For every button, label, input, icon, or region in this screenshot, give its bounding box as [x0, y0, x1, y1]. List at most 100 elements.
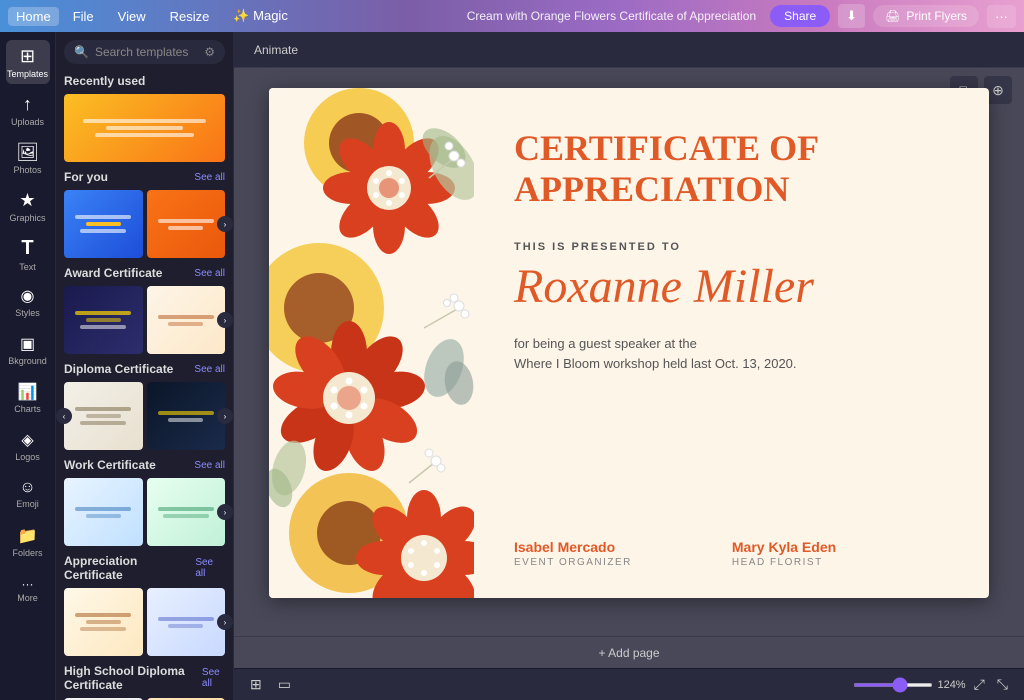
highschool-cert-header: High School Diploma Certificate See all: [64, 664, 225, 692]
for-you-title: For you: [64, 170, 108, 184]
appreciation-cert-title: Appreciation Certificate: [64, 554, 195, 582]
for-you-section-header: For you See all: [64, 170, 225, 184]
sidebar-item-uploads[interactable]: ↑ Uploads: [6, 88, 50, 132]
diploma-cert-nav-arrow[interactable]: ›: [217, 408, 233, 424]
menu-bar: Home File View Resize ✨ Magic Cream with…: [0, 0, 1024, 32]
floral-panel: [269, 88, 474, 598]
template-thumb-award-1[interactable]: [64, 286, 143, 354]
sidebar-item-text[interactable]: T Text: [6, 232, 50, 276]
appreciation-cert-header: Appreciation Certificate See all: [64, 554, 225, 582]
sidebar-item-charts[interactable]: 📊 Charts: [6, 376, 50, 420]
diploma-cert-hide-arrow[interactable]: ‹: [56, 408, 72, 424]
print-flyers-button[interactable]: 🖨 Print Flyers: [873, 5, 979, 27]
sidebar-item-folders[interactable]: 📁 Folders: [6, 520, 50, 564]
template-thumb-work-1[interactable]: [64, 478, 143, 546]
recently-used-row: [64, 94, 225, 162]
signer2-name: Mary Kyla Eden: [732, 539, 836, 555]
more-options-button[interactable]: ···: [987, 5, 1016, 28]
floral-svg: [269, 88, 474, 598]
for-you-nav-arrow[interactable]: ›: [217, 216, 233, 232]
highschool-cert-title: High School Diploma Certificate: [64, 664, 202, 692]
menu-magic[interactable]: ✨ Magic: [223, 6, 297, 26]
add-page-button[interactable]: + Add page: [598, 646, 659, 660]
sidebar-item-templates[interactable]: ⊞ Templates: [6, 40, 50, 84]
styles-icon: ◉: [21, 286, 35, 306]
work-cert-nav-arrow[interactable]: ›: [217, 504, 233, 520]
filter-icon[interactable]: ⚙: [204, 45, 215, 59]
diploma-cert-header: Diploma Certificate See all: [64, 362, 225, 376]
canvas-area: Animate ⧉ ⊕: [234, 32, 1024, 700]
bottom-bar: ⊞ ▭ 124% ⤢ ⤡: [234, 668, 1024, 700]
zoom-slider[interactable]: [853, 683, 933, 687]
work-cert-see-all[interactable]: See all: [194, 460, 225, 471]
canvas-scroll[interactable]: CERTIFICATE OF APPRECIATION THIS IS PRES…: [234, 68, 1024, 636]
award-cert-see-all[interactable]: See all: [194, 268, 225, 279]
search-icon: 🔍: [74, 45, 89, 59]
text-icon: T: [21, 237, 33, 260]
award-cert-row: ›: [64, 286, 225, 354]
award-cert-nav-arrow[interactable]: ›: [217, 312, 233, 328]
menu-resize[interactable]: Resize: [160, 7, 220, 26]
more-icon: ···: [22, 577, 34, 591]
sidebar-item-emoji[interactable]: ☺ Emoji: [6, 472, 50, 516]
sidebar-item-styles[interactable]: ◉ Styles: [6, 280, 50, 324]
search-input[interactable]: [95, 45, 198, 59]
search-bar: 🔍 ⚙: [64, 40, 225, 64]
for-you-row: ›: [64, 190, 225, 258]
bottom-left-controls: ⊞ ▭: [246, 674, 295, 695]
graphics-icon: ★: [19, 190, 35, 211]
minimize-button[interactable]: ⤡: [993, 674, 1012, 695]
template-thumb-diploma-1[interactable]: [64, 382, 143, 450]
work-cert-header: Work Certificate See all: [64, 458, 225, 472]
highschool-cert-see-all[interactable]: See all: [202, 667, 225, 689]
appreciation-cert-nav-arrow[interactable]: ›: [217, 614, 233, 630]
sidebar-item-logos[interactable]: ◈ Logos: [6, 424, 50, 468]
menu-home[interactable]: Home: [8, 7, 59, 26]
template-thumb-recent-1[interactable]: [64, 94, 225, 162]
zoom-level: 124%: [937, 679, 965, 691]
template-thumb-foryou-1[interactable]: [64, 190, 143, 258]
template-thumb-appreciation-1[interactable]: [64, 588, 143, 656]
grid-view-button[interactable]: ⊞: [246, 674, 266, 695]
sidebar-item-background[interactable]: ▣ Bkground: [6, 328, 50, 372]
award-cert-title: Award Certificate: [64, 266, 162, 280]
certificate-canvas: CERTIFICATE OF APPRECIATION THIS IS PRES…: [269, 88, 989, 598]
zoom-controls: 124% ⤢ ⤡: [853, 674, 1012, 695]
templates-icon: ⊞: [20, 46, 35, 67]
signer1-role: EVENT ORGANIZER: [514, 557, 632, 568]
cert-recipient-name: Roxanne Miller: [514, 261, 939, 314]
work-cert-row: ›: [64, 478, 225, 546]
template-thumb-award-2[interactable]: [147, 286, 226, 354]
appreciation-cert-see-all[interactable]: See all: [195, 557, 225, 579]
menu-view[interactable]: View: [108, 7, 156, 26]
logos-icon: ◈: [21, 430, 33, 450]
uploads-icon: ↑: [23, 94, 32, 115]
cert-description: for being a guest speaker at the Where I…: [514, 334, 939, 376]
app-body: ⊞ Templates ↑ Uploads 🖼 Photos ★ Graphic…: [0, 32, 1024, 700]
recently-used-title: Recently used: [64, 74, 145, 88]
sidebar-item-graphics[interactable]: ★ Graphics: [6, 184, 50, 228]
template-thumb-appreciation-2[interactable]: [147, 588, 226, 656]
award-cert-header: Award Certificate See all: [64, 266, 225, 280]
share-button[interactable]: Share: [770, 5, 830, 27]
diploma-cert-see-all[interactable]: See all: [194, 364, 225, 375]
fullscreen-button[interactable]: ⤢: [970, 674, 989, 695]
template-thumb-work-2[interactable]: [147, 478, 226, 546]
download-button[interactable]: ⬇: [838, 4, 865, 28]
signature-1: Isabel Mercado EVENT ORGANIZER: [514, 539, 632, 568]
cert-presented-label: THIS IS PRESENTED TO: [514, 241, 939, 253]
page-view-button[interactable]: ▭: [274, 674, 295, 695]
background-icon: ▣: [20, 334, 35, 354]
sidebar-item-photos[interactable]: 🖼 Photos: [6, 136, 50, 180]
sidebar-item-more[interactable]: ··· More: [6, 568, 50, 612]
recently-used-section-header: Recently used: [64, 74, 225, 88]
signer2-role: HEAD FLORIST: [732, 557, 836, 568]
diploma-cert-row: › ‹: [64, 382, 225, 450]
for-you-see-all[interactable]: See all: [194, 172, 225, 183]
work-cert-title: Work Certificate: [64, 458, 156, 472]
signature-2: Mary Kyla Eden HEAD FLORIST: [732, 539, 836, 568]
template-thumb-diploma-2[interactable]: [147, 382, 226, 450]
menu-file[interactable]: File: [63, 7, 104, 26]
animate-button[interactable]: Animate: [246, 40, 306, 60]
template-thumb-foryou-2[interactable]: [147, 190, 226, 258]
